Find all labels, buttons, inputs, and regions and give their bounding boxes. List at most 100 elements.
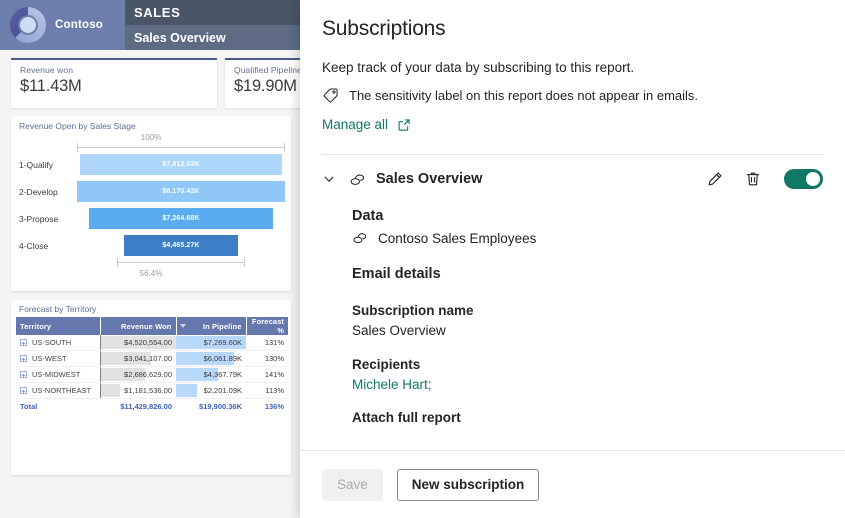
funnel-category-label: 4-Close [19, 240, 49, 251]
panel-scroll-area[interactable]: Subscriptions Keep track of your data by… [300, 0, 845, 450]
revenue-won-value: $2,686,629.00 [124, 370, 172, 379]
revenue-won-cell: $1,181,536.00 [100, 382, 176, 399]
territory-cell[interactable]: US-WEST [16, 350, 100, 367]
in-pipeline-cell: $4,367.79K [176, 366, 246, 383]
funnel-category-label: 2-Develop [19, 186, 58, 197]
app-root: Contoso SALES Sales Overview Revenue won… [0, 0, 845, 518]
expand-icon[interactable] [20, 339, 27, 346]
report-canvas: Contoso SALES Sales Overview Revenue won… [0, 0, 300, 518]
subscription-header-row[interactable]: Sales Overview [322, 169, 823, 189]
funnel-top-axis [77, 147, 285, 148]
table-row[interactable]: US-NORTHEAST $1,181,536.00 $2,201.09K 113% [16, 382, 288, 399]
funnel-bar-row[interactable]: 3-Propose $7,264.68K [11, 208, 291, 229]
table-column-header[interactable]: Forecast % [246, 317, 288, 335]
manage-all-row[interactable]: Manage all [322, 117, 823, 132]
funnel-bar-row[interactable]: 1-Qualify $7,912.02K [11, 154, 291, 175]
data-bar-baseline [100, 383, 101, 398]
table-column-header[interactable]: Territory [16, 317, 101, 335]
territory-label: US-WEST [32, 354, 67, 363]
expand-icon[interactable] [20, 371, 27, 378]
kpi-card-qualified-pipeline[interactable]: Qualified Pipeline $19.90M [225, 58, 300, 108]
territory-cell[interactable]: US-NORTHEAST [16, 382, 100, 399]
table-row[interactable]: US-WEST $3,041,107.00 $6,061.89K 130% [16, 350, 288, 367]
in-pipeline-value: $6,061.89K [203, 354, 242, 363]
funnel-bar[interactable]: $7,912.02K [80, 154, 282, 175]
funnel-bar[interactable]: $7,264.68K [88, 208, 274, 229]
table-column-header[interactable]: Revenue Won [100, 317, 177, 335]
funnel-bar-row[interactable]: 4-Close $4,465.27K [11, 235, 291, 256]
new-subscription-button[interactable]: New subscription [396, 468, 540, 501]
subscription-enabled-toggle[interactable] [784, 169, 823, 189]
kpi-value: $11.43M [20, 77, 82, 95]
funnel-bar-row[interactable]: 2-Develop $8,170.42K [11, 181, 291, 202]
brand-name: Contoso [55, 19, 104, 31]
funnel-bar-value: $4,465.27K [162, 242, 200, 249]
forecast-pct-cell: 113% [246, 382, 288, 399]
data-bar-baseline [100, 351, 101, 366]
sensitivity-note-row: The sensitivity label on this report doe… [322, 87, 823, 104]
kpi-card-revenue-won[interactable]: Revenue won $11.43M [11, 58, 217, 108]
kpi-label: Revenue won [20, 65, 74, 75]
subscription-details: Data Contoso Sales Employees Email detai… [322, 208, 823, 425]
toggle-knob [806, 172, 820, 186]
territory-label: US-SOUTH [32, 338, 72, 347]
territory-cell[interactable]: US-SOUTH [16, 335, 100, 351]
data-bar-baseline [100, 367, 101, 382]
revenue-won-cell: $4,520,554.00 [100, 335, 176, 351]
territory-label: US-MIDWEST [32, 370, 81, 379]
edit-pencil-icon[interactable] [706, 170, 724, 188]
funnel-chart-title: Revenue Open by Sales Stage [19, 121, 136, 131]
chevron-down-icon[interactable] [322, 172, 336, 186]
forecast-table[interactable]: Territory Revenue Won In Pipeline Forecast … [16, 317, 288, 414]
subscription-actions [686, 169, 823, 189]
dataset-link-icon [352, 230, 368, 246]
revenue-won-cell: $2,686,629.00 [100, 366, 176, 383]
funnel-category-label: 1-Qualify [19, 159, 54, 170]
external-link-icon[interactable] [397, 118, 411, 132]
funnel-category-label: 3-Propose [19, 213, 59, 224]
in-pipeline-cell: $6,061.89K [176, 350, 246, 367]
territory-cell[interactable]: US-MIDWEST [16, 366, 100, 383]
in-pipeline-value: $2,201.09K [203, 386, 242, 395]
table-total-row: Total $11,429,826.00 $19,900.36K 136% [16, 399, 288, 415]
save-button[interactable]: Save [322, 468, 383, 501]
data-bar-baseline [100, 335, 101, 350]
funnel-top-axis-cap-right [284, 143, 285, 152]
forecast-pct-cell: 130% [246, 350, 288, 367]
revenue-won-value: $3,041,107.00 [124, 354, 172, 363]
manage-all-link[interactable]: Manage all [322, 117, 388, 132]
in-pipeline-cell: $2,201.09K [176, 382, 246, 399]
funnel-chart-card[interactable]: Revenue Open by Sales Stage 100% 1-Quali… [11, 116, 291, 291]
report-name-band: Sales Overview [125, 25, 300, 50]
funnel-bar[interactable]: $4,465.27K [124, 235, 238, 256]
subscription-name-value[interactable]: Sales Overview [352, 323, 823, 338]
recipients-value[interactable]: Michele Hart; [352, 377, 823, 392]
in-pipeline-value: $4,367.79K [203, 370, 242, 379]
table-column-header[interactable]: In Pipeline [176, 317, 247, 335]
total-forecast-pct: 136% [264, 402, 284, 411]
total-revenue-won: $11,429,826.00 [120, 402, 172, 411]
data-bar [100, 384, 120, 397]
forecast-table-card[interactable]: Forecast by Territory Territory Revenue W… [11, 300, 291, 475]
subscription-name-heading: Sales Overview [376, 171, 483, 187]
funnel-bottom-axis-cap-right [244, 258, 245, 267]
expand-icon[interactable] [20, 387, 27, 394]
contoso-logo-icon [7, 4, 49, 46]
in-pipeline-value: $7,269.60K [203, 338, 242, 347]
panel-footer: Save New subscription [300, 450, 845, 518]
funnel-bar[interactable]: $8,170.42K [77, 181, 285, 202]
funnel-bar-value: $7,264.68K [162, 215, 200, 222]
table-row[interactable]: US-MIDWEST $2,686,629.00 $4,367.79K 141% [16, 366, 288, 383]
funnel-bottom-percent: 56.4% [139, 269, 163, 278]
total-territory-label: Total [20, 402, 38, 411]
table-row[interactable]: US-SOUTH $4,520,554.00 $7,269.60K 131% [16, 335, 288, 351]
table-header-row[interactable]: Territory Revenue Won In Pipeline Forecast … [16, 317, 288, 335]
forecast-pct-cell: 131% [246, 335, 288, 351]
workspace-band: SALES [125, 0, 300, 25]
expand-icon[interactable] [20, 355, 27, 362]
workspace-name: SALES [134, 5, 181, 20]
delete-trash-icon[interactable] [744, 170, 762, 188]
funnel-bar-value: $7,912.02K [162, 161, 200, 168]
data-source-name: Contoso Sales Employees [378, 230, 537, 246]
revenue-won-cell: $3,041,107.00 [100, 350, 176, 367]
